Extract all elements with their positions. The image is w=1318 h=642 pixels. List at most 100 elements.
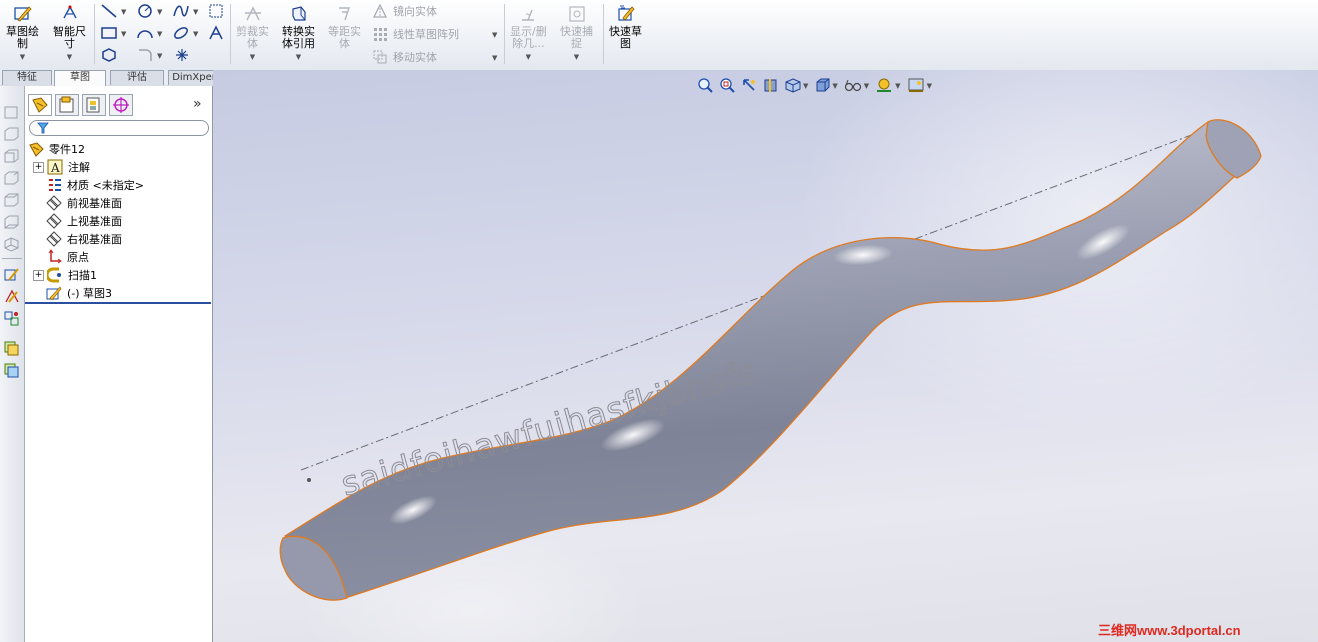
smart-dimension-small-icon[interactable] (3, 288, 20, 304)
grid-tool[interactable] (208, 3, 224, 19)
offset-label: 等距实 体 (328, 25, 361, 50)
graphics-area[interactable]: ▼ ▼ ▼ ▼ ▼ (213, 70, 1318, 642)
tree-item-top-plane[interactable]: 上视基准面 (33, 212, 122, 230)
linear-pattern-button[interactable]: 线性草图阵列 ▼ (372, 26, 497, 42)
tab-property-manager[interactable] (55, 94, 79, 116)
rapid-sketch-button[interactable]: 快速草 图 (609, 4, 642, 50)
sketch-button[interactable]: 草图绘 制 ▼ (6, 4, 39, 63)
sweep-icon (47, 267, 61, 283)
fillet-tool[interactable]: ▼ (136, 47, 162, 63)
chevron-down-icon: ▼ (492, 53, 498, 62)
tree-item-label: 前视基准面 (67, 197, 122, 210)
move-entities-button[interactable]: 移动实体 ▼ (372, 49, 497, 65)
tab-features-label: 特征 (17, 72, 37, 83)
tree-item-right-plane[interactable]: 右视基准面 (33, 230, 122, 248)
view-top-icon[interactable] (3, 192, 20, 208)
spline-tool[interactable]: ▼ (172, 3, 198, 19)
spline-icon (173, 5, 189, 17)
ribbon-separator (504, 4, 505, 64)
ribbon-separator (603, 4, 604, 64)
layer-yellow-icon[interactable] (3, 362, 20, 378)
arc-icon (137, 30, 153, 39)
edit-sketch-icon[interactable] (3, 266, 20, 282)
convert-entities-button[interactable]: 转换实 体引用 ▼ (282, 4, 315, 63)
tree-root-part[interactable]: 零件12 (28, 140, 85, 158)
expand-panel-icon[interactable]: » (193, 96, 202, 112)
chevron-down-icon: ▼ (525, 53, 532, 61)
text-tool[interactable] (208, 25, 224, 41)
sketch-icon (13, 6, 32, 22)
annotations-icon: A (47, 159, 63, 175)
tree-item-sketch3[interactable]: (-) 草图3 (33, 284, 112, 302)
chevron-down-icon: ▼ (193, 7, 199, 16)
material-icon (49, 179, 61, 191)
model-canvas[interactable] (213, 70, 1318, 642)
view-right-icon[interactable] (3, 170, 20, 186)
polygon-tool[interactable] (100, 47, 118, 63)
path-endpoint (307, 478, 311, 482)
tree-item-label: 右视基准面 (67, 233, 122, 246)
expand-icon[interactable]: + (33, 269, 44, 281)
mirror-entities-button[interactable]: 镜向实体 (372, 3, 437, 19)
tree-item-label: (-) 草图3 (67, 287, 113, 300)
view-left-icon[interactable] (3, 148, 20, 164)
tree-item-label: 扫描1 (68, 269, 97, 282)
view-back-icon[interactable] (3, 126, 20, 142)
toolbar-divider (2, 258, 22, 259)
mirror-label: 镜向实体 (393, 5, 437, 18)
tab-configuration-manager[interactable] (82, 94, 106, 116)
grid-icon (209, 4, 223, 18)
sketch-icon (46, 286, 62, 301)
tree-item-origin[interactable]: 原点 (33, 248, 89, 266)
tab-dimxpert-manager[interactable] (109, 94, 133, 116)
circle-tool[interactable]: ▼ (136, 3, 162, 19)
origin-icon (48, 249, 62, 264)
ellipse-tool[interactable]: ▼ (172, 25, 198, 41)
view-isometric-icon[interactable] (3, 236, 20, 252)
circle-icon (138, 4, 152, 18)
sketch-label: 草图绘 制 (6, 25, 39, 50)
offset-entities-button[interactable]: 等距实 体 (328, 4, 361, 50)
chevron-down-icon: ▼ (157, 7, 163, 16)
trim-entities-button[interactable]: 剪裁实 体 ▼ (236, 4, 269, 63)
tab-features[interactable]: 特征 (2, 70, 52, 85)
tree-filter-input[interactable] (29, 120, 209, 136)
view-front-icon[interactable] (3, 104, 20, 120)
point-tool[interactable] (174, 47, 190, 63)
chevron-down-icon: ▼ (157, 51, 163, 60)
line-icon (101, 4, 117, 18)
quick-snaps-button[interactable]: 快速捕 捉 ▼ (560, 4, 593, 63)
tab-evaluate[interactable]: 评估 (110, 70, 164, 85)
tab-sketch-label: 草图 (70, 72, 90, 83)
relations-small-icon[interactable] (3, 310, 20, 326)
expand-icon[interactable]: + (33, 161, 44, 173)
chevron-down-icon: ▼ (66, 53, 73, 61)
line-tool[interactable]: ▼ (100, 3, 126, 19)
rectangle-tool[interactable]: ▼ (100, 25, 126, 41)
display-delete-relations-button[interactable]: 显示/删 除几... ▼ (510, 4, 547, 63)
convert-entities-label: 转换实 体引用 (282, 25, 315, 50)
chevron-down-icon: ▼ (492, 30, 498, 39)
tree-item-front-plane[interactable]: 前视基准面 (33, 194, 122, 212)
smart-dimension-button[interactable]: 智能尺 寸 ▼ (53, 4, 86, 63)
arc-tool[interactable]: ▼ (136, 25, 162, 41)
svg-text:A: A (50, 161, 60, 175)
mirror-icon (372, 3, 388, 18)
plane-icon (46, 195, 62, 211)
trim-icon (244, 6, 261, 21)
tab-feature-tree[interactable] (28, 94, 52, 116)
feature-tree-icon (32, 97, 48, 113)
part-icon (29, 142, 44, 157)
layer-green-icon[interactable] (3, 340, 20, 356)
tree-item-material[interactable]: 材质 <未指定> (33, 176, 144, 194)
tab-sketch[interactable]: 草图 (54, 70, 106, 86)
ellipse-icon (174, 27, 188, 39)
tree-item-sweep[interactable]: + 扫描1 (33, 266, 97, 284)
chevron-down-icon: ▼ (121, 29, 127, 38)
sweep-body[interactable] (283, 121, 1260, 599)
tree-item-annotations[interactable]: + A 注解 (33, 158, 90, 176)
view-bottom-icon[interactable] (3, 214, 20, 230)
command-manager-tabs: 特征 草图 评估 DimXpert (0, 70, 226, 86)
rollback-bar[interactable] (25, 302, 211, 304)
plane-icon (46, 213, 62, 229)
